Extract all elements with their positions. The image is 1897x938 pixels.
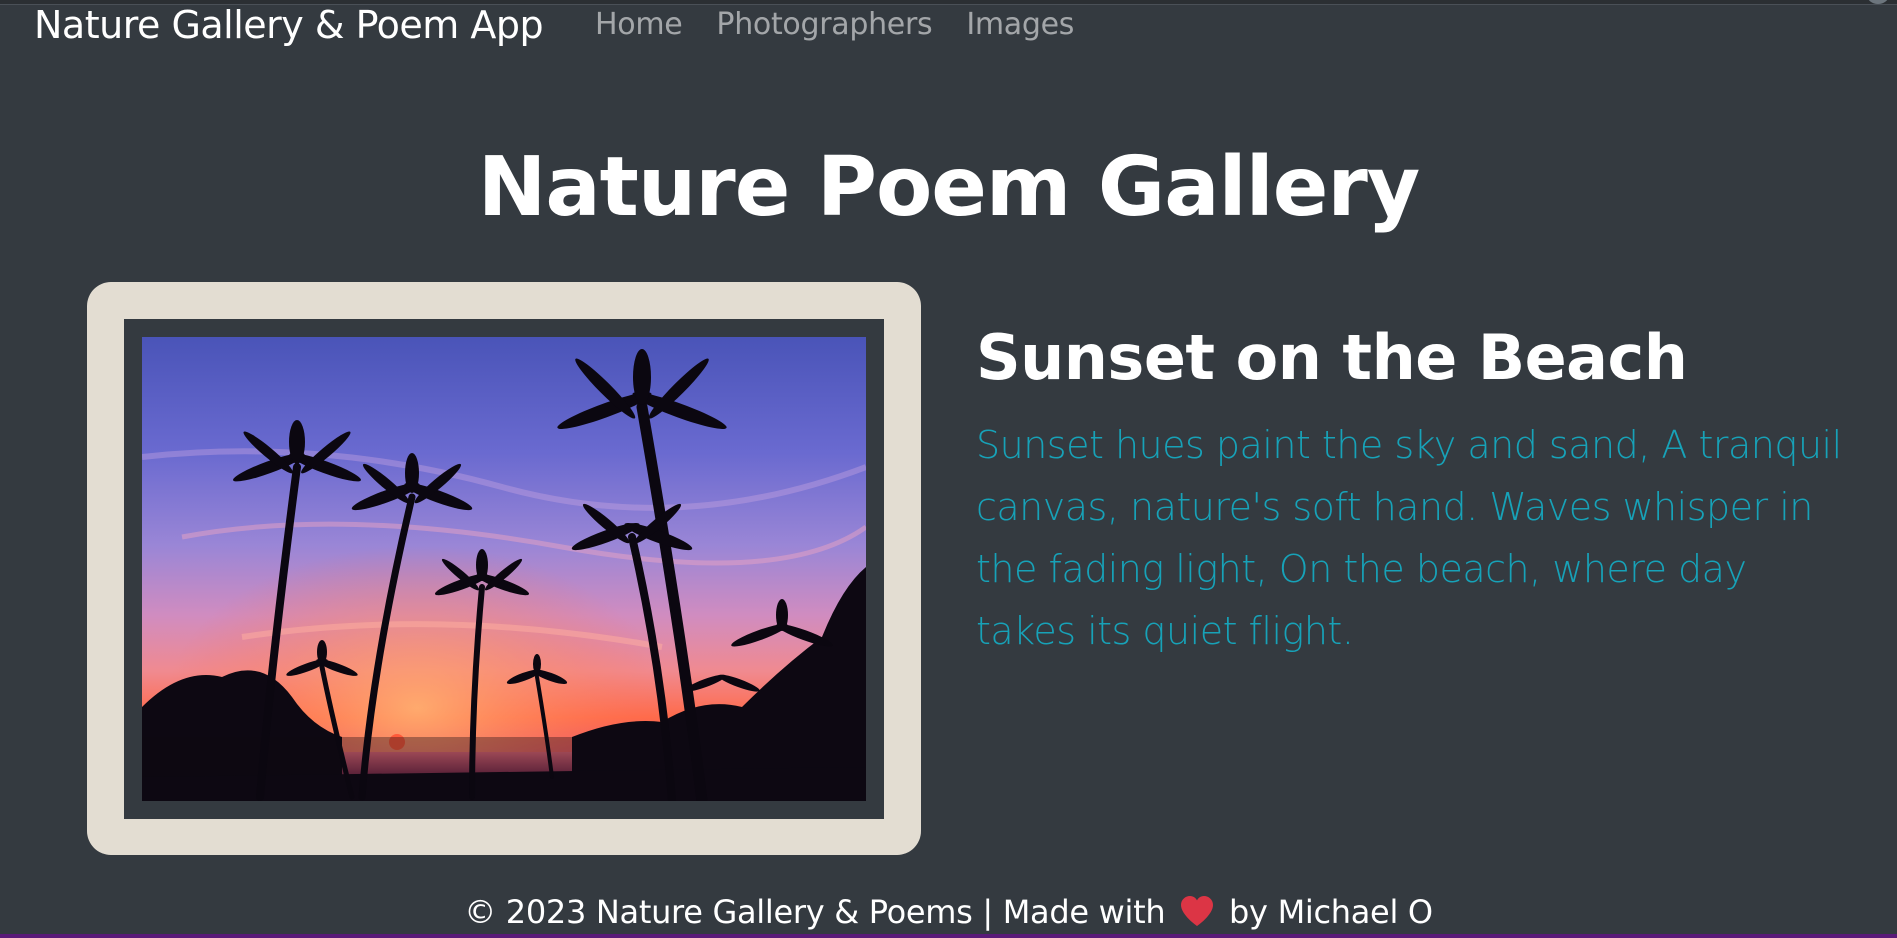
- bottom-border: [0, 934, 1897, 938]
- page-title: Nature Poem Gallery: [477, 140, 1421, 235]
- footer-copyright: © 2023 Nature Gallery & Poems | Made wit…: [464, 893, 1166, 931]
- sunset-beach-image: [142, 337, 866, 801]
- footer: © 2023 Nature Gallery & Poems | Made wit…: [0, 890, 1897, 934]
- nav-links: Home Photographers Images: [595, 6, 1074, 44]
- image-frame: [87, 282, 921, 855]
- navbar: Nature Gallery & Poem App Home Photograp…: [0, 0, 1897, 52]
- navbar-brand[interactable]: Nature Gallery & Poem App: [34, 2, 544, 48]
- heart-icon: [1181, 896, 1214, 926]
- poem-text: Sunset hues paint the sky and sand, A tr…: [976, 423, 1842, 653]
- image-mat: [124, 319, 884, 819]
- footer-author: by Michael O: [1229, 893, 1433, 931]
- nav-link-home[interactable]: Home: [595, 6, 683, 44]
- nav-link-photographers[interactable]: Photographers: [716, 6, 932, 44]
- nav-link-images[interactable]: Images: [966, 6, 1074, 44]
- artwork-title: Sunset on the Beach: [976, 321, 1688, 394]
